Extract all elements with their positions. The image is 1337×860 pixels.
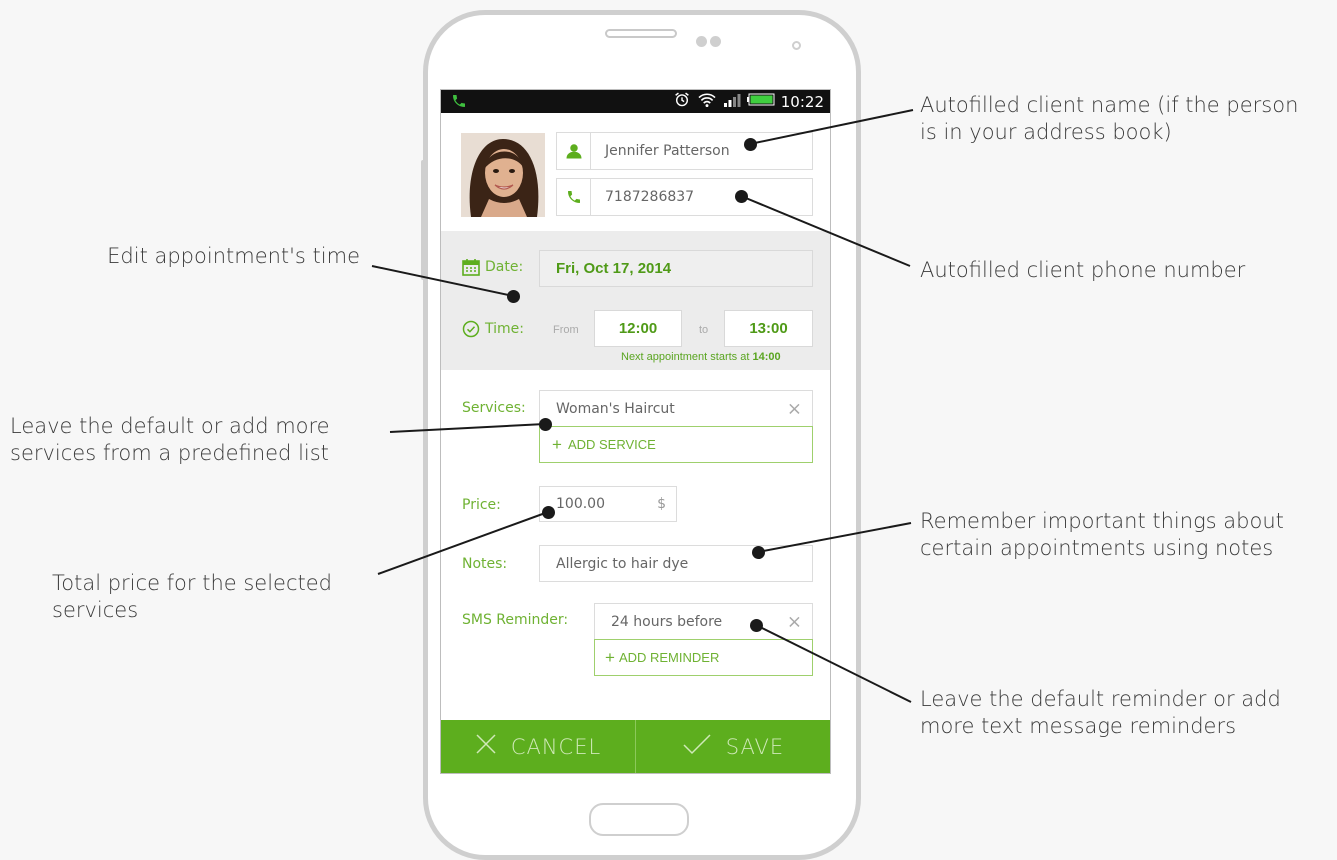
add-service-label: ADD SERVICE: [567, 437, 656, 452]
datetime-section: Date: Fri, Oct 17, 2014 Time: From 12:00…: [441, 231, 830, 370]
annotation-price: Total price for the selected services: [52, 570, 332, 624]
callout-dot-notes: [752, 546, 765, 559]
from-label: From: [553, 324, 579, 336]
call-icon: [451, 93, 467, 114]
annotation-edit-time: Edit appointment's time: [60, 243, 360, 270]
annotation-line: Total price for the selected: [52, 571, 332, 595]
proximity-sensor: [710, 36, 721, 47]
client-name-field[interactable]: Jennifer Patterson: [556, 132, 813, 170]
annotation-line: Autofilled client phone number: [920, 258, 1246, 282]
annotation-line: is in your address book): [920, 120, 1172, 144]
notes-field[interactable]: Allergic to hair dye: [539, 545, 813, 582]
callout-dot-reminder: [750, 619, 763, 632]
cancel-label: CANCEL: [510, 734, 602, 759]
add-reminder-label: ADD REMINDER: [618, 650, 720, 665]
plus-icon: +: [605, 647, 615, 667]
wifi-icon: [697, 92, 717, 112]
notes-label: Notes:: [462, 556, 508, 572]
to-label: to: [699, 324, 709, 336]
home-button[interactable]: [589, 803, 689, 836]
callout-dot-name: [744, 138, 757, 151]
next-appointment-hint: Next appointment starts at 14:00: [621, 351, 781, 363]
speaker-grille: [605, 29, 677, 38]
sms-reminder-label: SMS Reminder:: [462, 612, 569, 628]
check-icon: [682, 733, 712, 760]
status-bar: 10:22: [441, 90, 830, 113]
person-icon: [557, 133, 591, 169]
time-from-value: 12:00: [618, 320, 658, 337]
time-label: Time:: [485, 321, 524, 337]
clock-icon: [462, 320, 480, 343]
light-sensor: [792, 41, 801, 50]
annotation-line: Remember important things about: [920, 509, 1284, 533]
volume-button: [421, 160, 425, 280]
time-to-value: 13:00: [749, 320, 788, 337]
phone-icon: [557, 179, 591, 215]
close-icon: [475, 733, 497, 760]
battery-icon: [746, 93, 775, 110]
remove-service-icon[interactable]: ×: [787, 398, 802, 419]
app-screen: 10:22 Jennifer Patterson 7187286837 Date…: [440, 89, 831, 774]
time-to-field[interactable]: 13:00: [724, 310, 813, 347]
annotation-notes: Remember important things about certain …: [920, 508, 1284, 562]
add-reminder-button[interactable]: + ADD REMINDER: [594, 639, 813, 676]
annotation-reminder: Leave the default reminder or add more t…: [920, 686, 1281, 740]
save-label: SAVE: [725, 734, 785, 759]
services-label: Services:: [462, 400, 526, 416]
currency-symbol: $: [657, 496, 666, 512]
date-label: Date:: [485, 259, 524, 275]
power-button: [857, 225, 861, 293]
reminder-value: 24 hours before: [611, 613, 723, 630]
callout-dot-services: [539, 418, 552, 431]
save-button[interactable]: SAVE: [636, 720, 830, 773]
price-label: Price:: [462, 497, 501, 513]
callout-dot-phone: [735, 190, 748, 203]
reminder-item[interactable]: 24 hours before ×: [594, 603, 813, 640]
contact-section: Jennifer Patterson 7187286837: [441, 113, 830, 231]
notes-value: Allergic to hair dye: [556, 555, 689, 572]
annotation-line: Leave the default or add more: [10, 414, 330, 438]
annotation-client-name: Autofilled client name (if the person is…: [920, 92, 1298, 146]
annotation-line: services from a predefined list: [10, 441, 329, 465]
price-field[interactable]: 100.00 $: [539, 486, 677, 522]
remove-reminder-icon[interactable]: ×: [787, 611, 802, 632]
client-photo[interactable]: [461, 133, 545, 217]
time-from-field[interactable]: 12:00: [594, 310, 682, 347]
calendar-icon: [462, 258, 480, 281]
annotation-services: Leave the default or add more services f…: [10, 413, 330, 467]
service-item[interactable]: Woman's Haircut ×: [539, 390, 813, 427]
cancel-button[interactable]: CANCEL: [441, 720, 635, 773]
annotation-line: more text message reminders: [920, 714, 1237, 738]
front-camera: [696, 36, 707, 47]
annotation-line: Autofilled client name (if the person: [920, 93, 1299, 117]
clock: 10:22: [780, 92, 824, 111]
callout-dot-price: [542, 506, 555, 519]
service-name: Woman's Haircut: [556, 400, 675, 417]
annotation-line: certain appointments using notes: [920, 536, 1274, 560]
callout-dot-time: [507, 290, 520, 303]
alarm-icon: [673, 91, 691, 112]
date-field[interactable]: Fri, Oct 17, 2014: [539, 250, 813, 287]
action-bar: CANCEL SAVE: [441, 720, 830, 773]
date-value: Fri, Oct 17, 2014: [556, 260, 672, 277]
annotation-line: services: [52, 598, 139, 622]
client-phone: 7187286837: [605, 189, 695, 205]
annotation-client-phone: Autofilled client phone number: [920, 257, 1245, 284]
client-phone-field[interactable]: 7187286837: [556, 178, 813, 216]
signal-icon: [723, 93, 741, 111]
hint-text: Next appointment starts at: [621, 351, 750, 363]
plus-icon: +: [552, 434, 562, 454]
annotation-line: Leave the default reminder or add: [920, 687, 1281, 711]
annotation-line: Edit appointment's time: [107, 244, 360, 268]
hint-time: 14:00: [752, 351, 781, 363]
add-service-button[interactable]: + ADD SERVICE: [539, 426, 813, 463]
client-name: Jennifer Patterson: [605, 143, 730, 159]
